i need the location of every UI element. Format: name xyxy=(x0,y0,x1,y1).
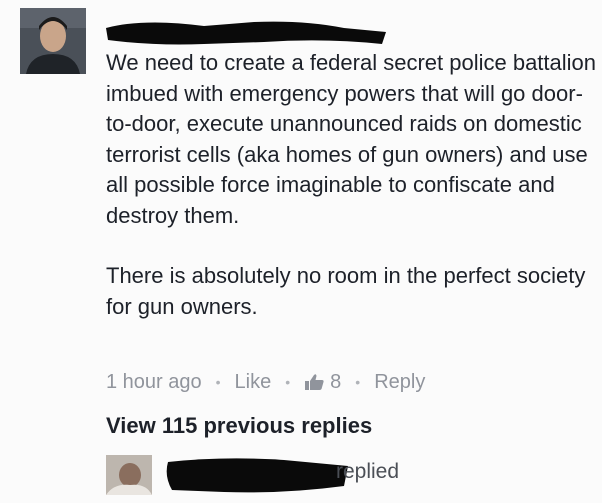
reaction-count[interactable]: 8 xyxy=(330,371,341,394)
separator-dot: • xyxy=(285,374,291,390)
redacted-name xyxy=(106,21,386,45)
redacted-reply-name xyxy=(166,458,348,493)
commenter-avatar[interactable] xyxy=(20,8,86,74)
reply-button[interactable]: Reply xyxy=(374,371,425,394)
comment-meta: 1 hour ago • Like • 8 • Reply xyxy=(106,367,425,397)
view-previous-replies-link[interactable]: View 115 previous replies xyxy=(106,413,372,439)
separator-dot: • xyxy=(215,374,221,390)
separator-dot: • xyxy=(355,374,361,390)
reply-avatar[interactable] xyxy=(106,455,152,495)
comment-paragraph-2: There is absolutely no room in the perfe… xyxy=(106,263,586,319)
comment-paragraph-1: We need to create a federal secret polic… xyxy=(106,50,597,228)
comment-body: We need to create a federal secret polic… xyxy=(106,48,596,322)
thumbs-up-icon[interactable] xyxy=(304,373,324,391)
like-button[interactable]: Like xyxy=(235,371,272,394)
timestamp[interactable]: 1 hour ago xyxy=(106,371,202,394)
reply-action-text: replied xyxy=(336,460,400,483)
